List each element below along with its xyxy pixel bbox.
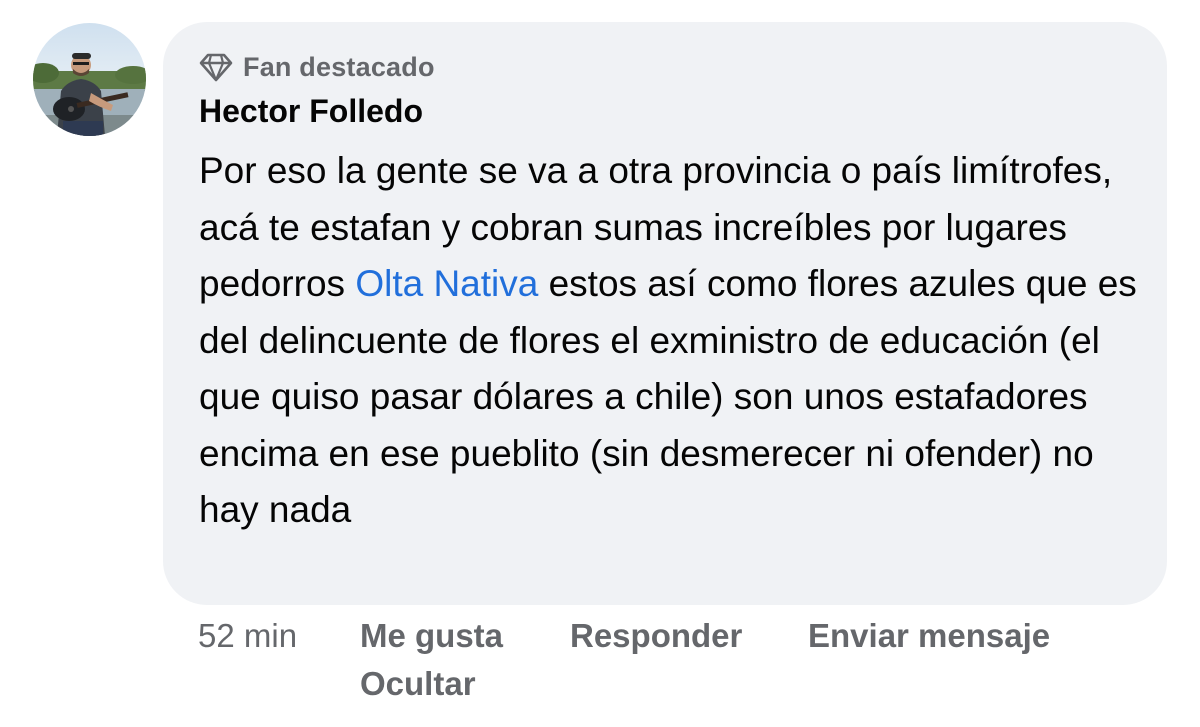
- like-button[interactable]: Me gusta: [360, 617, 503, 655]
- comment-actions: 52 min Me gusta Responder Enviar mensaje…: [0, 617, 1200, 727]
- avatar-photo: [33, 23, 146, 136]
- comment-timestamp[interactable]: 52 min: [198, 617, 297, 655]
- hide-button[interactable]: Ocultar: [360, 665, 476, 703]
- diamond-icon: [199, 53, 233, 82]
- comment-text: Por eso la gente se va a otra provincia …: [199, 143, 1149, 539]
- author-name[interactable]: Hector Folledo: [199, 93, 423, 130]
- avatar[interactable]: [33, 23, 146, 136]
- comment-bubble: Fan destacado Hector Folledo Por eso la …: [163, 22, 1167, 605]
- send-message-button[interactable]: Enviar mensaje: [808, 617, 1050, 655]
- top-fan-badge[interactable]: Fan destacado: [199, 50, 435, 84]
- reply-button[interactable]: Responder: [570, 617, 742, 655]
- page-mention-link[interactable]: Olta Nativa: [355, 263, 538, 304]
- badge-label: Fan destacado: [243, 51, 435, 82]
